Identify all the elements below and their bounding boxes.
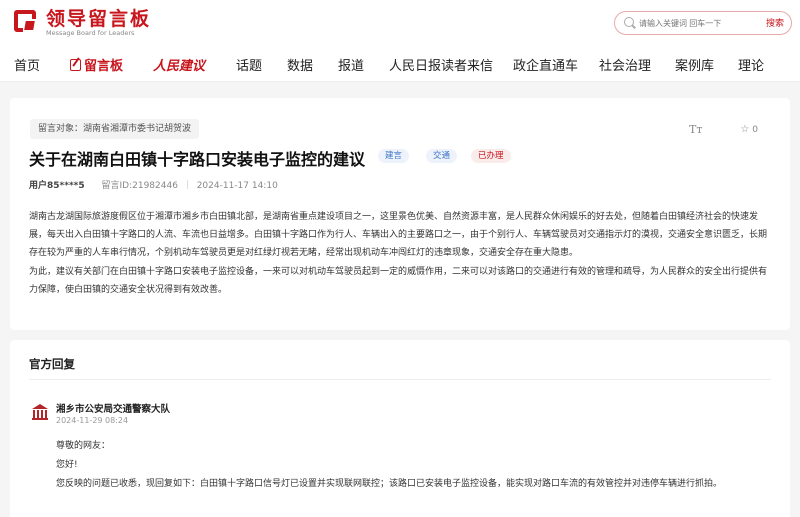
reply-line: 您好! [56,460,78,470]
reply-body: 尊敬的网友： 您好! 您反映的问题已收悉，现回复如下：白田镇十字路口信号灯已设置… [56,437,722,494]
reply-card: 官方回复 湘乡市公安局交通警察大队 2024-11-29 08:24 尊敬的网友… [10,340,790,517]
message-target: 留言对象：湖南省湘潭市委书记胡贺波 [30,119,200,139]
reply-time: 2024-11-29 08:24 [56,416,129,425]
logo-icon [14,10,40,36]
message-card: 留言对象：湖南省湘潭市委书记胡贺波 Tт ☆ 0 关于在湖南白田镇十字路口安装电… [10,98,790,330]
favorite-button[interactable]: ☆ 0 [740,124,758,135]
message-body: 湖南古龙湖国际旅游度假区位于湘潭市湘乡市白田镇北部，是湖南省重点建设项目之一，这… [29,208,769,299]
message-meta: 用户85****5 留言ID:21982446 2024-11-17 14:10 [29,178,278,191]
nav-item-reports[interactable]: 报道 [338,55,364,74]
search-box: 搜索 [614,11,792,35]
reply-heading: 官方回复 [29,357,75,371]
nav-item-message-board[interactable]: 留言板 [70,55,123,74]
search-button[interactable]: 搜索 [766,16,784,29]
message-title: 关于在湖南白田镇十字路口安装电子监控的建议 [29,150,366,169]
logo-title: 领导留言板 [46,8,152,30]
message-paragraph: 为此，建议有关部门在白田镇十字路口安装电子监控设备，一来可以对机动车驾驶员起到一… [29,266,768,295]
message-paragraph: 湖南古龙湖国际旅游度假区位于湘潭市湘乡市白田镇北部，是湖南省重点建设项目之一，这… [29,212,768,259]
reply-org-name: 湘乡市公安局交通警察大队 [56,404,171,415]
nav-item-data[interactable]: 数据 [287,55,313,74]
nav-item-case-library[interactable]: 案例库 [675,55,714,74]
main-nav: 首页 留言板 人民建议 话题 数据 报道 人民日报读者来信 政企直通车 社会治理… [0,46,800,82]
logo-subtitle: Message Board for Leaders [46,29,135,37]
nav-item-theory[interactable]: 理论 [738,55,764,74]
divider [29,379,771,380]
status-badge: 已办理 [471,149,511,163]
reply-line: 尊敬的网友： [56,441,111,451]
site-logo[interactable]: 领导留言板 Message Board for Leaders [14,9,151,37]
tag-traffic: 交通 [426,149,458,163]
reply-line: 您反映的问题已收悉，现回复如下：白田镇十字路口信号灯已设置并实现联网联控；该路口… [56,479,723,489]
nav-item-home[interactable]: 首页 [14,55,40,74]
star-icon: ☆ [740,124,750,135]
edit-icon [70,59,81,71]
search-icon [624,17,634,27]
favorite-count: 0 [752,125,758,135]
top-header: 领导留言板 Message Board for Leaders 搜索 [0,0,800,46]
nav-item-social-governance[interactable]: 社会治理 [599,55,651,74]
message-tools: Tт ☆ 0 [689,123,758,136]
search-input[interactable] [639,15,751,31]
font-size-icon[interactable]: Tт [689,123,702,136]
nav-item-people-suggestion[interactable]: 人民建议 [153,55,205,74]
message-time: 2024-11-17 14:10 [196,181,278,191]
tag-suggestion: 建言 [378,149,410,163]
message-user: 用户85****5 [29,181,85,191]
message-id: 留言ID:21982446 [101,181,178,191]
nav-item-reader-letters[interactable]: 人民日报读者来信 [389,55,493,74]
government-building-icon [32,404,48,420]
nav-item-message-board-label: 留言板 [84,59,124,74]
nav-item-topics[interactable]: 话题 [236,55,262,74]
nav-item-gov-enterprise[interactable]: 政企直通车 [513,55,578,74]
